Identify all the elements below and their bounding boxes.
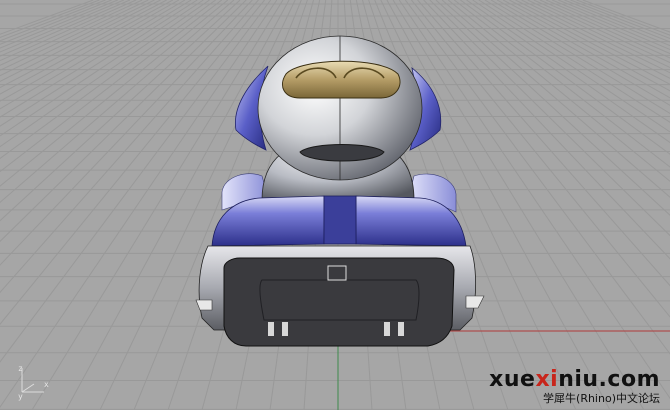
viewport-canvas[interactable] [0,0,670,410]
watermark-domain: xuexiniu.com [489,367,660,392]
robot-visor [282,60,401,99]
robot-model[interactable] [195,35,485,347]
axis-y-label: y [18,392,23,401]
axis-z-label: z [18,364,23,373]
watermark-forum-name: 学犀牛(Rhino)中文论坛 [543,392,660,405]
site-watermark: xuexiniu.com 学犀牛(Rhino)中文论坛 [489,368,660,406]
axis-x-label: x [44,380,49,389]
axis-triad-icon [21,368,44,393]
robot-bottom-panel[interactable] [223,257,455,347]
robot-mouth [299,144,385,162]
rhino-perspective-viewport[interactable]: z y x xuexiniu.com 学犀牛(Rhino)中文论坛 [0,0,670,410]
